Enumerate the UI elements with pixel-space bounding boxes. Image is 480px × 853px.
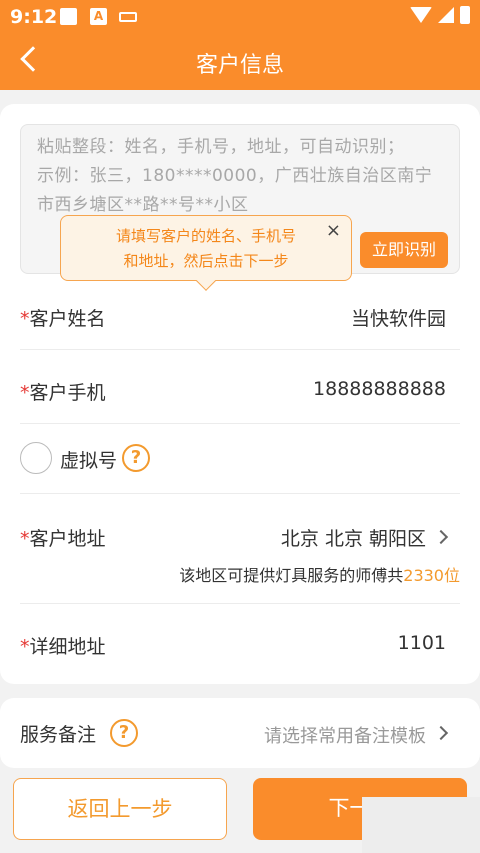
customer-form-card: 粘贴整段：姓名，手机号，地址，可自动识别； 示例：张三，180****0000，…: [0, 104, 480, 684]
required-mark: *: [20, 528, 30, 550]
watermark-overlay: [362, 797, 480, 853]
back-step-button[interactable]: 返回上一步: [13, 778, 227, 840]
status-bar: 9:12 A: [0, 0, 480, 34]
page-title: 客户信息: [195, 53, 284, 78]
chevron-right-icon: [433, 529, 449, 545]
notification-icon: [60, 8, 77, 25]
guide-tooltip: 请填写客户的姓名、手机号 和地址，然后点击下一步 ×: [60, 215, 352, 291]
phone-row[interactable]: *客户手机 18888888888: [20, 350, 460, 424]
address-value[interactable]: 北京 北京 朝阳区: [281, 524, 426, 551]
battery-icon: [460, 6, 470, 24]
nav-bar: 客户信息: [0, 34, 480, 90]
technician-hint: 该地区可提供灯具服务的师傅共2330位: [179, 566, 460, 585]
phone-value[interactable]: 18888888888: [313, 378, 446, 400]
detail-address-row[interactable]: *详细地址 1101: [20, 604, 460, 684]
name-value[interactable]: 当快软件园: [351, 304, 446, 331]
recognize-button[interactable]: 立即识别: [360, 232, 448, 268]
status-icons: [410, 6, 470, 24]
chevron-right-icon: [433, 725, 449, 741]
address-row[interactable]: *客户地址 北京 北京 朝阳区 该地区可提供灯具服务的师傅共2330位: [20, 494, 460, 604]
app-notification-icon: A: [90, 8, 107, 25]
help-icon[interactable]: ?: [122, 444, 150, 472]
close-icon[interactable]: ×: [326, 222, 341, 240]
address-label: 客户地址: [29, 528, 106, 550]
signal-icon: [438, 7, 454, 23]
remark-value[interactable]: 请选择常用备注模板: [264, 722, 426, 748]
detail-address-label: 详细地址: [29, 636, 106, 658]
wifi-icon: [410, 7, 432, 23]
name-label: 客户姓名: [29, 308, 106, 330]
help-icon[interactable]: ?: [110, 719, 138, 747]
name-row[interactable]: *客户姓名 当快软件园: [20, 284, 460, 350]
remark-label: 服务备注: [20, 724, 97, 746]
virtual-number-radio[interactable]: [20, 442, 52, 474]
detail-address-value[interactable]: 1101: [398, 632, 446, 654]
paste-placeholder: 粘贴整段：姓名，手机号，地址，可自动识别； 示例：张三，180****0000，…: [37, 137, 433, 215]
required-mark: *: [20, 308, 30, 330]
keyboard-icon: [119, 12, 137, 22]
virtual-number-row: 虚拟号 ?: [20, 424, 460, 494]
technician-count: 2330位: [403, 566, 460, 585]
virtual-number-label: 虚拟号: [60, 450, 118, 472]
phone-label: 客户手机: [29, 382, 106, 404]
required-mark: *: [20, 636, 30, 658]
tooltip-line-1: 请填写客户的姓名、手机号: [115, 227, 296, 245]
required-mark: *: [20, 382, 30, 404]
remark-card[interactable]: 服务备注 ? 请选择常用备注模板: [0, 698, 480, 768]
status-time: 9:12: [10, 6, 58, 28]
